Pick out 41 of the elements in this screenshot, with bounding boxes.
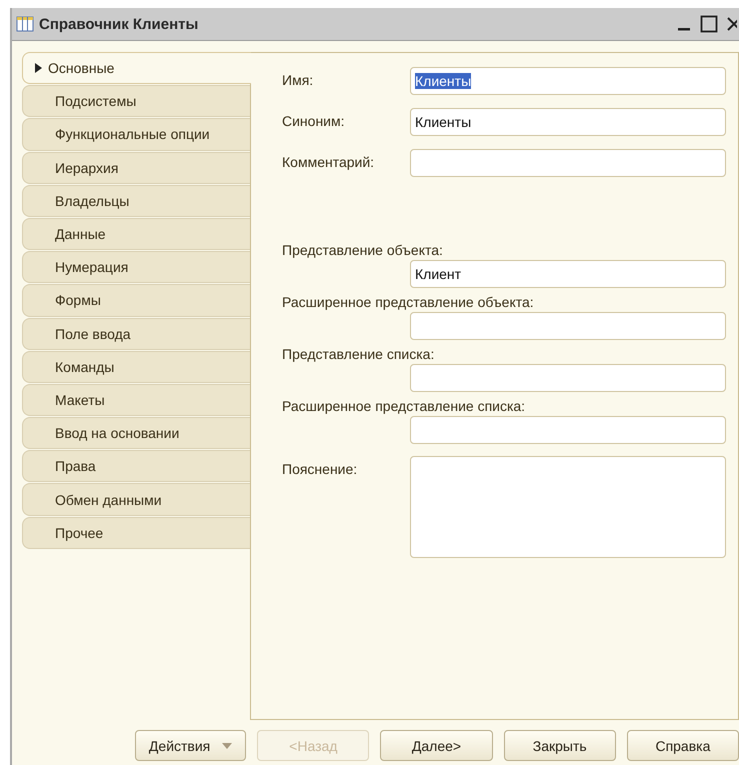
sidebar-tab[interactable]: Формы (22, 284, 250, 316)
input-field[interactable] (410, 149, 726, 177)
text-area[interactable] (410, 456, 726, 558)
maximize-icon[interactable] (700, 15, 718, 33)
sidebar-tab[interactable]: Иерархия (22, 152, 250, 184)
input-field[interactable] (410, 416, 726, 444)
sidebar-tab[interactable]: Обмен данными (22, 483, 250, 516)
sidebar-tab[interactable]: Поле ввода (22, 318, 250, 350)
input-field[interactable]: Клиенты (410, 67, 726, 95)
field-label: Представление списка: (282, 346, 436, 362)
dialog-button[interactable]: Далее> (380, 730, 493, 761)
sidebar-tab[interactable]: Владельцы (22, 184, 250, 217)
sidebar-tab[interactable]: Права (22, 450, 250, 482)
input-field[interactable] (410, 364, 726, 392)
field-label: Пояснение: (282, 460, 358, 477)
sidebar-tab[interactable]: Функциональные опции (22, 118, 250, 151)
caret-icon (35, 63, 42, 74)
sidebar-tab[interactable]: Ввод на основании (22, 417, 250, 450)
sidebar-tab[interactable]: Подсистемы (22, 85, 250, 118)
dialog-button[interactable]: Справка (626, 730, 739, 761)
actions-button[interactable]: Действия (135, 730, 246, 761)
window-title: Справочник Клиенты (39, 16, 198, 32)
sidebar-tab[interactable]: Макеты (22, 384, 250, 416)
sidebar-tab[interactable]: Команды (22, 350, 250, 383)
table-icon (16, 16, 34, 32)
sidebar-tab[interactable]: Основные (22, 52, 251, 84)
sidebar-tab[interactable]: Данные (22, 218, 250, 250)
dialog-button[interactable]: Закрыть (504, 730, 616, 761)
input-field[interactable]: Клиенты (410, 108, 726, 136)
field-label: Расширенное представление списка: (282, 398, 526, 414)
sidebar-tab[interactable]: Нумерация (22, 251, 250, 284)
sidebar-tab[interactable]: Прочее (22, 516, 250, 549)
caret-icon (222, 742, 232, 748)
close-icon[interactable] (727, 16, 737, 32)
field-label: Комментарий: (282, 153, 376, 170)
field-label: Представление объекта: (282, 242, 444, 258)
field-label: Имя: (282, 71, 314, 88)
input-field[interactable] (410, 312, 726, 340)
input-field[interactable]: Клиент (410, 260, 726, 288)
field-label: Расширенное представление объекта: (282, 294, 535, 310)
field-label: Синоним: (282, 112, 346, 129)
